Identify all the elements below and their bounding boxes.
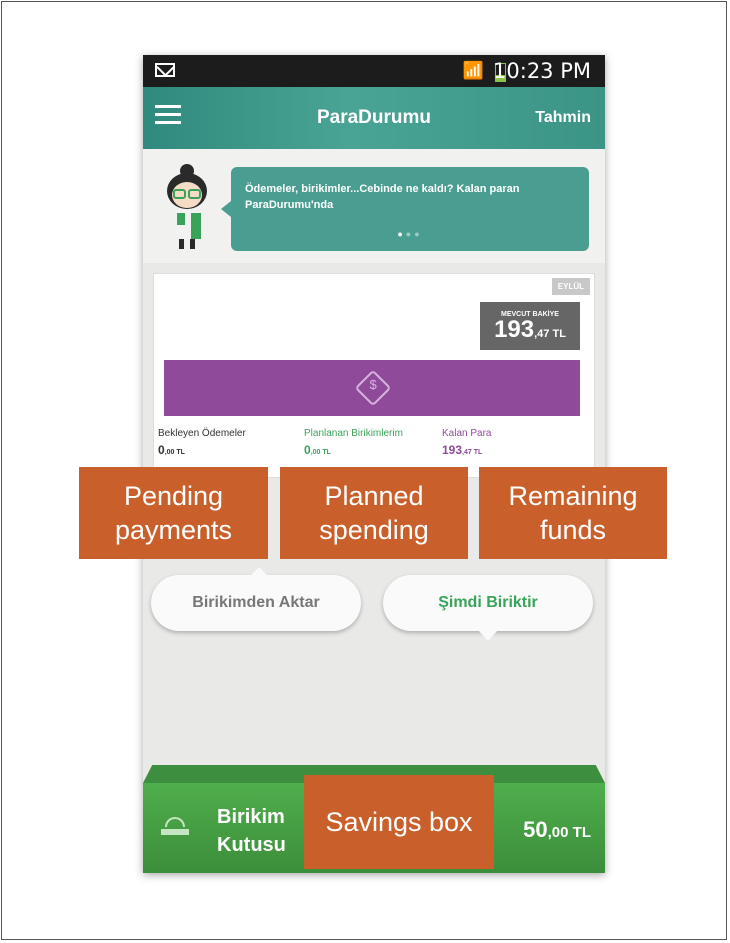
legend-value: 0,00 TL bbox=[304, 443, 331, 457]
info-banner[interactable]: Ödemeler, birikimler...Cebinde ne kaldı?… bbox=[143, 149, 605, 263]
summary-card: EYLÜL MEVCUT BAKİYE 193,47 TL Bekleyen Ö… bbox=[153, 273, 595, 478]
balance-bar bbox=[164, 360, 580, 416]
save-now-button[interactable]: Şimdi Biriktir bbox=[383, 575, 593, 641]
savings-box-label: Birikim Kutusu bbox=[217, 806, 286, 856]
phone-screen: 📶 10:23 PM ParaDurumu Tahmin Ödemeler, b… bbox=[143, 55, 605, 873]
forecast-button[interactable]: Tahmin bbox=[535, 109, 591, 127]
savings-box-amount: 50,00 TL bbox=[523, 817, 591, 842]
legend-value: 193,47 TL bbox=[442, 443, 483, 457]
message-bubble: Ödemeler, birikimler...Cebinde ne kaldı?… bbox=[221, 167, 589, 251]
page-dot: ● bbox=[397, 229, 406, 239]
wifi-signal-icons: 📶 bbox=[462, 61, 487, 81]
legend-value: 0,00 TL bbox=[158, 443, 185, 457]
status-time: 10:23 PM bbox=[493, 59, 591, 83]
callout-pending-payments: Pending payments bbox=[79, 467, 268, 559]
balance-amount: 193,47 TL bbox=[494, 316, 566, 343]
legend-label: Bekleyen Ödemeler bbox=[158, 428, 246, 439]
app-bar: ParaDurumu Tahmin bbox=[143, 87, 605, 149]
status-bar: 📶 10:23 PM bbox=[143, 55, 605, 87]
month-badge[interactable]: EYLÜL bbox=[551, 278, 590, 295]
pending-payments-legend: Bekleyen Ödemeler 0,00 TL bbox=[158, 428, 246, 457]
current-balance-box: MEVCUT BAKİYE 193,47 TL bbox=[480, 302, 580, 350]
page-indicator: ●●● bbox=[231, 226, 589, 242]
transfer-from-savings-button[interactable]: Birikimden Aktar bbox=[151, 567, 361, 631]
legend-label: Kalan Para bbox=[442, 428, 492, 439]
mascot-icon bbox=[167, 164, 207, 249]
mail-icon bbox=[155, 63, 175, 77]
money-icon bbox=[354, 369, 392, 407]
legend-label: Planlanan Birikimlerim bbox=[304, 428, 403, 439]
planned-savings-legend: Planlanan Birikimlerim 0,00 TL bbox=[304, 428, 403, 457]
callout-remaining-funds: Remaining funds bbox=[479, 467, 667, 559]
page-dot: ● bbox=[405, 229, 415, 239]
callout-savings-box: Savings box bbox=[304, 775, 494, 869]
callout-planned-spending: Planned spending bbox=[280, 467, 468, 559]
piggy-bank-icon bbox=[161, 817, 189, 835]
page-dot: ● bbox=[414, 229, 423, 239]
remaining-money-legend: Kalan Para 193,47 TL bbox=[442, 428, 491, 457]
banner-message: Ödemeler, birikimler...Cebinde ne kaldı?… bbox=[245, 183, 520, 211]
